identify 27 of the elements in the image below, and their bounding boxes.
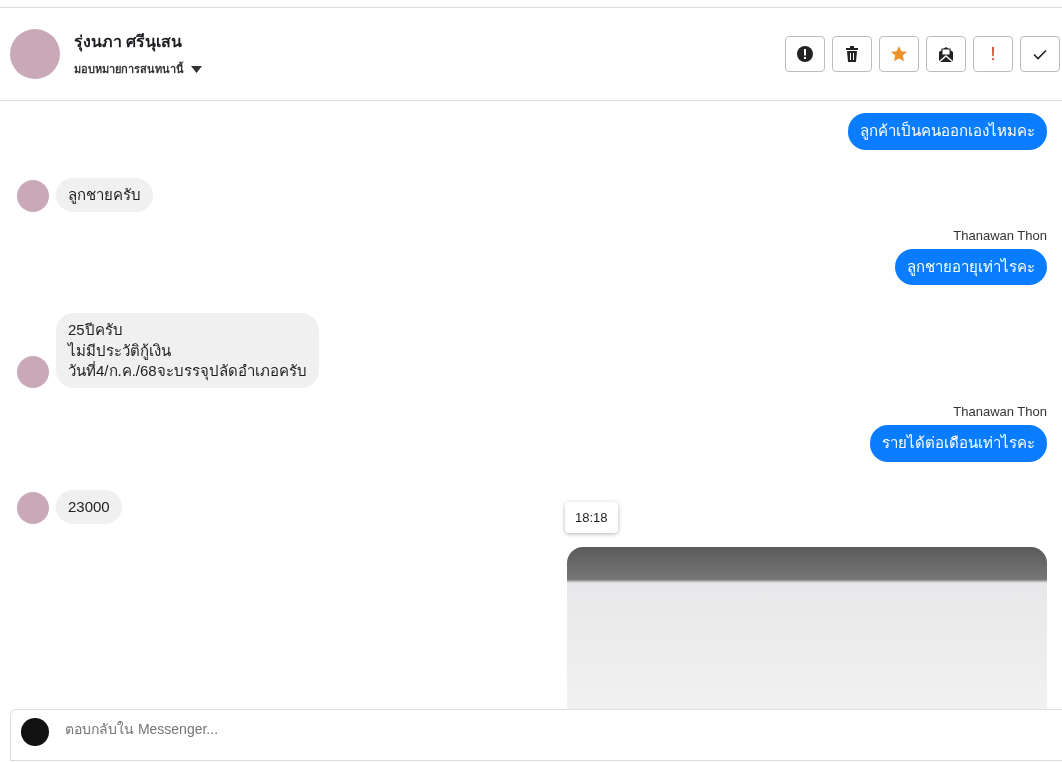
page-avatar (21, 718, 49, 746)
message-bubble: ลูกค้าเป็นคนออกเองไหมคะ (848, 113, 1047, 150)
spam-button[interactable] (785, 36, 825, 72)
spam-icon (796, 45, 814, 63)
message-bubble: ลูกชายอายุเท่าไรคะ (895, 248, 1047, 286)
contact-avatar (17, 356, 49, 388)
message-bubble: 25ปีครับ ไม่มีประวัติกู้เงิน วันที่4/ก.ค./68จะบรรจุปลัดอำเภอครับ (56, 313, 319, 388)
timestamp-tooltip: 18:18 (565, 501, 618, 534)
message-bubble: ลูกชายครับ (56, 177, 153, 212)
star-icon (890, 45, 908, 63)
assign-dropdown[interactable]: มอบหมายการสนทนานี้ (74, 61, 778, 78)
sender-name: Thanawan Thon (953, 403, 1047, 421)
star-button[interactable] (879, 36, 919, 72)
contact-avatar (17, 491, 49, 524)
unread-button[interactable] (926, 36, 966, 72)
message-bubble: 23000 (56, 489, 122, 524)
reply-field[interactable]: ตอบกลับใน Messenger... (10, 709, 1062, 761)
contact-avatar (10, 29, 60, 79)
message-bubble: รายได้ต่อเดือนเท่าไรคะ (870, 425, 1047, 462)
delete-button[interactable] (832, 36, 872, 72)
important-button[interactable]: ! (973, 36, 1013, 72)
trash-icon (843, 45, 861, 63)
contact-avatar (17, 179, 49, 212)
caret-icon (191, 66, 202, 73)
envelope-icon (937, 45, 955, 63)
contact-name: รุ่งนภา ศรีนุเสน (74, 32, 184, 54)
sender-name: Thanawan Thon (953, 226, 1047, 245)
